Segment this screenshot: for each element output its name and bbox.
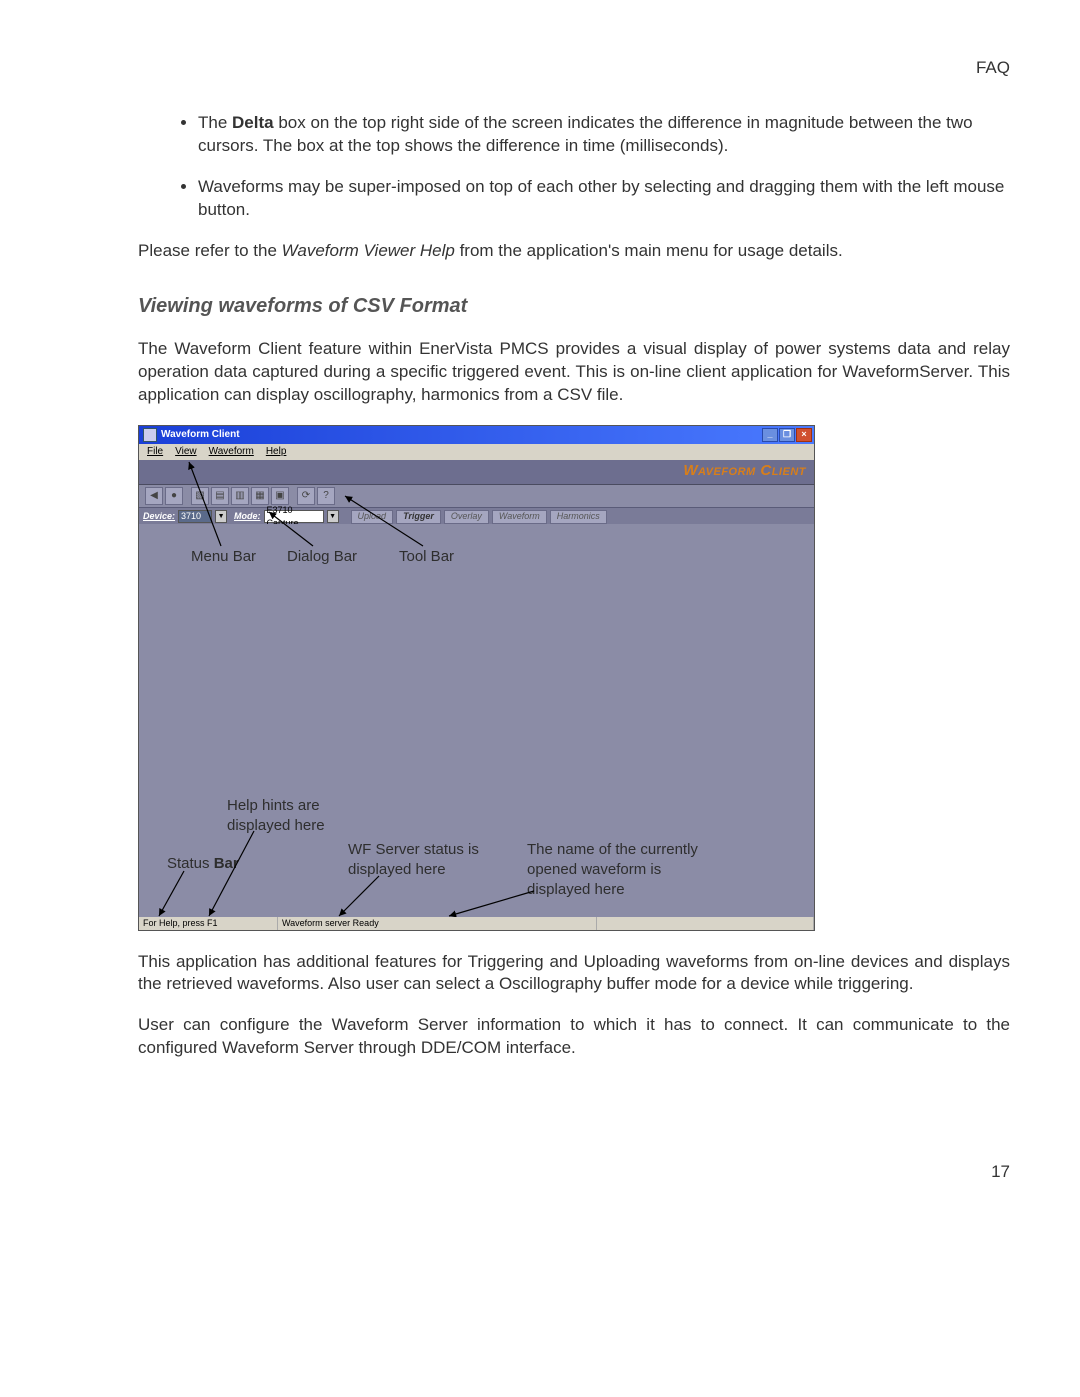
bullet-1-pre: The	[198, 113, 232, 132]
tab-trigger[interactable]: Trigger	[396, 510, 441, 524]
menubar: File View Waveform Help	[139, 444, 814, 460]
ann-current-name: The name of the currently opened wavefor…	[527, 840, 698, 901]
minimize-button[interactable]: _	[762, 428, 778, 442]
menu-help[interactable]: Help	[260, 445, 293, 459]
app-screenshot: Waveform Client _ ❐ × File View Waveform…	[138, 425, 815, 931]
mode-label: Mode:	[234, 510, 261, 522]
ann-menubar: Menu Bar	[191, 547, 256, 567]
tool-btn-7[interactable]: ▣	[271, 487, 289, 505]
tool-btn-4[interactable]: ▤	[211, 487, 229, 505]
para2: This application has additional features…	[138, 951, 1010, 997]
toolbar: ◀ ● ▧ ▤ ▥ ▦ ▣ ⟳ ?	[139, 485, 814, 508]
mode-field[interactable]: E3710 Capture	[264, 510, 324, 523]
status-help: For Help, press F1	[139, 917, 278, 930]
window-title: Waveform Client	[161, 428, 240, 442]
status-empty	[597, 917, 814, 930]
menu-file[interactable]: File	[141, 445, 169, 459]
header-strip: Waveform Client	[139, 460, 814, 485]
ann-wfserver: WF Server status is displayed here	[348, 840, 479, 881]
help-ref-post: from the application's main menu for usa…	[455, 241, 843, 260]
app-logo: Waveform Client	[683, 461, 806, 481]
ann-toolbar: Tool Bar	[399, 547, 454, 567]
para3: User can configure the Waveform Server i…	[138, 1014, 1010, 1060]
ann-statusbar-pre: Status	[167, 855, 214, 872]
tool-btn-5[interactable]: ▥	[231, 487, 249, 505]
device-label: Device:	[143, 510, 175, 522]
tool-btn-9[interactable]: ?	[317, 487, 335, 505]
tool-btn-8[interactable]: ⟳	[297, 487, 315, 505]
bullet-delta: The Delta box on the top right side of t…	[198, 112, 1010, 158]
ann-dialogbar: Dialog Bar	[287, 547, 357, 567]
header-faq: FAQ	[70, 58, 1010, 78]
ann-helphints: Help hints are displayed here	[227, 796, 325, 837]
help-ref-em: Waveform Viewer Help	[282, 241, 455, 260]
section-heading: Viewing waveforms of CSV Format	[138, 293, 1010, 320]
mode-dropdown[interactable]: ▼	[327, 510, 339, 523]
app-icon	[143, 428, 157, 442]
titlebar: Waveform Client _ ❐ ×	[139, 426, 814, 444]
menu-waveform[interactable]: Waveform	[203, 445, 260, 459]
bullet-waveforms: Waveforms may be super-imposed on top of…	[198, 176, 1010, 222]
tool-btn-1[interactable]: ◀	[145, 487, 163, 505]
tool-btn-6[interactable]: ▦	[251, 487, 269, 505]
help-reference: Please refer to the Waveform Viewer Help…	[138, 240, 1010, 263]
ann-statusbar-bold: Bar	[214, 855, 239, 872]
page-number: 17	[991, 1162, 1010, 1182]
statusbar: For Help, press F1 Waveform server Ready	[139, 917, 814, 930]
status-server: Waveform server Ready	[278, 917, 597, 930]
close-button[interactable]: ×	[796, 428, 812, 442]
ann-statusbar: Status Bar	[167, 854, 239, 874]
maximize-button[interactable]: ❐	[779, 428, 795, 442]
bullet-1-bold: Delta	[232, 113, 274, 132]
tab-overlay[interactable]: Overlay	[444, 510, 489, 524]
help-ref-pre: Please refer to the	[138, 241, 282, 260]
menu-view[interactable]: View	[169, 445, 203, 459]
tool-btn-3[interactable]: ▧	[191, 487, 209, 505]
tab-harmonics[interactable]: Harmonics	[550, 510, 607, 524]
tab-waveform[interactable]: Waveform	[492, 510, 547, 524]
tab-upload[interactable]: Upload	[351, 510, 394, 524]
device-field[interactable]: 3710	[178, 510, 212, 523]
bullet-1-rest: box on the top right side of the screen …	[198, 113, 973, 155]
tool-btn-2[interactable]: ●	[165, 487, 183, 505]
device-dropdown[interactable]: ▼	[215, 510, 227, 523]
intro-para: The Waveform Client feature within EnerV…	[138, 338, 1010, 407]
